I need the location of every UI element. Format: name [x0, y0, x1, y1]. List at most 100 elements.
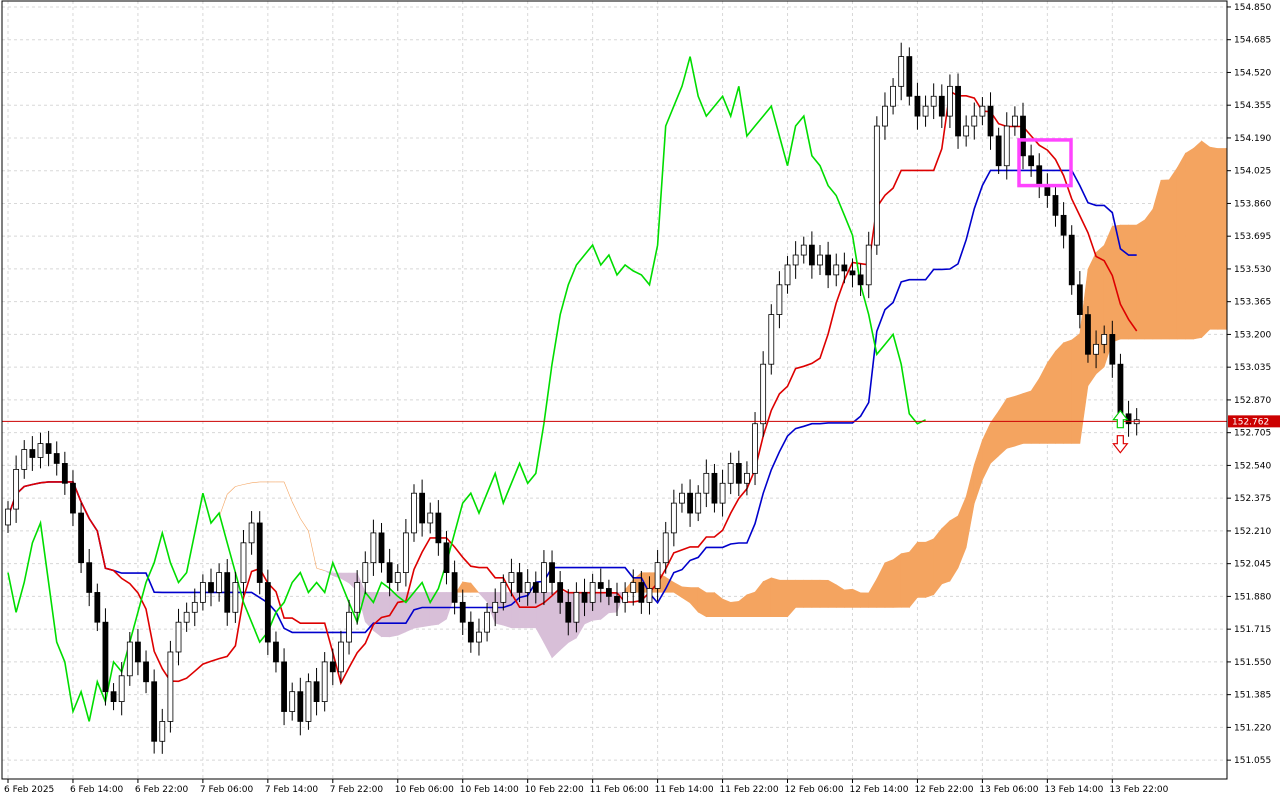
cloud-segment — [1014, 393, 1024, 447]
y-tick-label: 152.870 — [1234, 396, 1271, 406]
candle — [264, 569, 271, 655]
candle-body — [1117, 363, 1124, 415]
x-tick-label: 6 Feb 14:00 — [70, 785, 124, 795]
cloud-segment — [429, 592, 439, 626]
cloud-segment — [762, 577, 772, 618]
x-tick-label: 11 Feb 22:00 — [720, 785, 779, 795]
candle-body — [159, 721, 166, 742]
candle-body — [167, 651, 174, 722]
candle-body — [508, 572, 515, 583]
cloud-segment — [1144, 208, 1154, 340]
candle-body — [321, 661, 328, 702]
candle-body — [849, 270, 856, 276]
candle-body — [857, 274, 864, 286]
candle-body — [922, 105, 929, 117]
candle-body — [1020, 115, 1026, 157]
candle-body — [711, 472, 718, 504]
candle-body — [719, 482, 726, 504]
candle-body — [281, 661, 287, 712]
candle-body — [126, 641, 133, 677]
candle-body — [94, 592, 101, 623]
cloud-segment — [1209, 146, 1219, 330]
candle-body — [143, 661, 149, 683]
candle-body — [792, 254, 799, 266]
candle-body — [1060, 214, 1067, 236]
candle-body — [1076, 284, 1083, 315]
x-tick-label: 13 Feb 06:00 — [979, 785, 1038, 795]
y-tick-label: 152.375 — [1234, 494, 1271, 504]
y-tick-label: 154.190 — [1234, 134, 1271, 144]
candle-body — [394, 572, 401, 583]
y-tick-label: 153.530 — [1234, 265, 1271, 275]
candle-body — [873, 125, 880, 246]
cloud-segment — [811, 579, 821, 608]
x-tick-label: 7 Feb 14:00 — [265, 785, 319, 795]
cloud-segment — [730, 601, 740, 618]
candle-body — [930, 95, 937, 107]
candle-body — [183, 611, 190, 623]
candle-body — [313, 681, 320, 702]
y-tick-label: 151.220 — [1234, 723, 1271, 733]
candle — [873, 116, 880, 255]
candle-body — [208, 582, 214, 593]
candle-body — [264, 582, 271, 643]
candle-body — [605, 588, 612, 597]
x-tick-label: 7 Feb 06:00 — [200, 785, 254, 795]
candle-body — [386, 562, 393, 583]
candle-body — [1028, 155, 1035, 167]
cloud-segment — [1047, 350, 1056, 444]
cloud-segment — [462, 581, 472, 593]
cloud-segment — [1120, 224, 1129, 340]
y-tick-label: 153.860 — [1234, 199, 1271, 209]
y-tick-label: 151.715 — [1234, 625, 1271, 635]
cloud-segment — [1168, 166, 1178, 340]
candle-body — [695, 492, 702, 514]
cloud-segment — [706, 592, 715, 618]
candle-body — [53, 453, 60, 464]
cloud-segment — [1022, 390, 1032, 444]
cloud-segment — [909, 541, 918, 609]
cloud-segment — [413, 592, 423, 629]
candle-body — [451, 572, 458, 603]
candle-body — [1052, 195, 1059, 216]
candle-body — [1003, 125, 1010, 167]
cloud-segment — [925, 538, 934, 598]
cloud-segment — [779, 579, 788, 618]
y-tick-label: 153.365 — [1234, 298, 1271, 308]
candle-body — [622, 592, 629, 603]
candle-body — [662, 532, 669, 564]
candle-body — [338, 641, 344, 673]
candle-body — [890, 85, 896, 107]
candle-body — [630, 582, 637, 593]
candle-body — [557, 582, 564, 603]
cloud-segment — [770, 577, 780, 618]
candle-body — [727, 463, 734, 484]
x-tick-label: 13 Feb 14:00 — [1044, 785, 1103, 795]
y-tick-label: 151.550 — [1234, 658, 1271, 668]
candle — [256, 511, 263, 595]
candle-body — [638, 582, 645, 603]
candle-body — [971, 115, 978, 127]
x-tick-label: 10 Feb 06:00 — [395, 785, 454, 795]
candle-body — [37, 443, 44, 458]
cloud-segment — [1055, 341, 1064, 444]
candle-body — [354, 582, 361, 613]
candle-body — [784, 264, 791, 286]
candle-body — [646, 588, 653, 603]
candle-body — [419, 492, 426, 524]
cloud-segment — [1136, 219, 1146, 340]
x-tick-label: 6 Feb 22:00 — [135, 785, 189, 795]
cloud-segment — [697, 586, 707, 618]
candle-body — [45, 443, 52, 454]
y-tick-label: 151.055 — [1234, 756, 1271, 766]
cloud-segment — [1185, 147, 1194, 340]
candle — [167, 640, 174, 733]
candle-body — [573, 592, 580, 623]
x-tick-label: 11 Feb 14:00 — [655, 785, 714, 795]
candle-body — [70, 482, 76, 514]
candle-body — [61, 463, 68, 484]
y-tick-label: 154.685 — [1234, 36, 1271, 46]
candle-body — [118, 675, 125, 702]
candle-body — [240, 542, 247, 583]
candle-body — [1085, 314, 1091, 355]
